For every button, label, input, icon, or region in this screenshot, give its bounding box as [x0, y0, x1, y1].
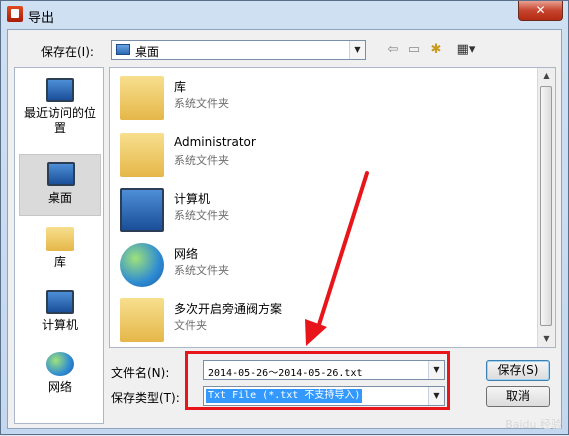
watermark: Baidu 经验 — [505, 418, 562, 431]
annotation-arrow — [305, 171, 369, 346]
export-dialog: 导出 ✕ 保存在(I): 桌面 ▼ ⇦ ▭ ✱ ▦▾ 最近访问的位置 桌面 库 — [0, 0, 569, 435]
